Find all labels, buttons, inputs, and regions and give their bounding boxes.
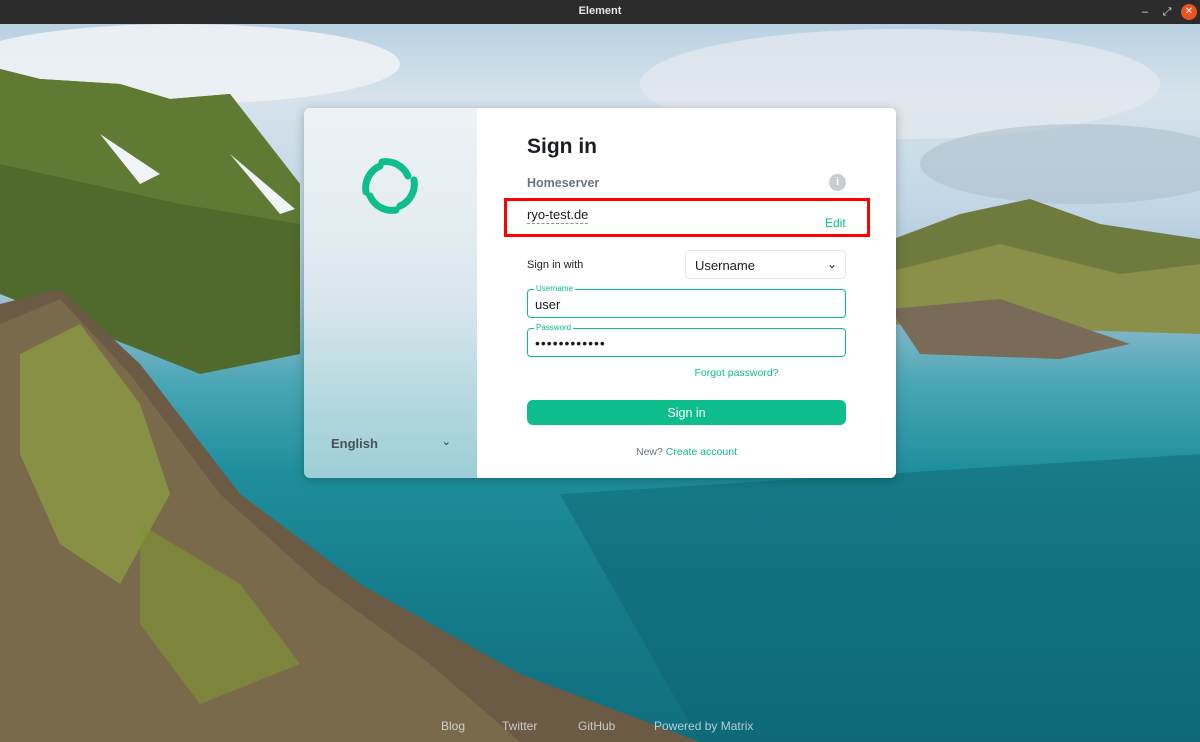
language-label: English	[331, 436, 378, 451]
window-titlebar: Element – ⤢ ✕	[0, 0, 1200, 24]
footer-link-twitter[interactable]: Twitter	[502, 719, 537, 733]
homeserver-label: Homeserver	[527, 176, 600, 190]
password-field[interactable]: Password	[527, 323, 846, 357]
password-label: Password	[534, 323, 574, 332]
footer-link-blog[interactable]: Blog	[441, 719, 465, 733]
sign-in-with-label: Sign in with	[527, 259, 584, 271]
new-prompt: New?	[636, 446, 663, 458]
chevron-down-icon: ⌄	[441, 436, 451, 448]
sign-in-button[interactable]: Sign in	[527, 400, 846, 425]
close-icon[interactable]: ✕	[1181, 4, 1197, 20]
footer-link-github[interactable]: GitHub	[578, 719, 615, 733]
info-icon[interactable]: i	[829, 174, 846, 191]
chevron-down-icon: ⌄	[826, 257, 837, 271]
page-title: Sign in	[527, 135, 597, 158]
username-field[interactable]: Username	[527, 284, 846, 318]
login-form-panel: Sign in Homeserver i ryo-test.de Edit Si…	[477, 108, 896, 478]
create-account-row: New? Create account	[527, 446, 846, 458]
forgot-password-link[interactable]: Forgot password?	[477, 367, 896, 379]
minimize-icon[interactable]: –	[1137, 4, 1153, 20]
sign-in-method-select[interactable]: Username ⌄	[685, 250, 846, 279]
maximize-icon[interactable]: ⤢	[1159, 4, 1175, 20]
language-selector[interactable]: English ⌄	[331, 436, 451, 456]
create-account-link[interactable]: Create account	[666, 446, 737, 458]
username-label: Username	[534, 284, 575, 293]
password-input[interactable]	[535, 334, 835, 352]
element-logo-icon	[362, 158, 418, 214]
sign-in-method-value: Username	[695, 258, 755, 273]
login-dialog: English ⌄ Sign in Homeserver i ryo-test.…	[304, 108, 896, 478]
homeserver-highlight-box	[504, 198, 870, 237]
username-input[interactable]	[535, 295, 835, 313]
footer-link-matrix[interactable]: Powered by Matrix	[654, 719, 753, 733]
branding-panel: English ⌄	[304, 108, 477, 478]
window-title: Element	[578, 5, 622, 17]
footer-links: Blog Twitter GitHub Powered by Matrix	[0, 719, 1200, 735]
